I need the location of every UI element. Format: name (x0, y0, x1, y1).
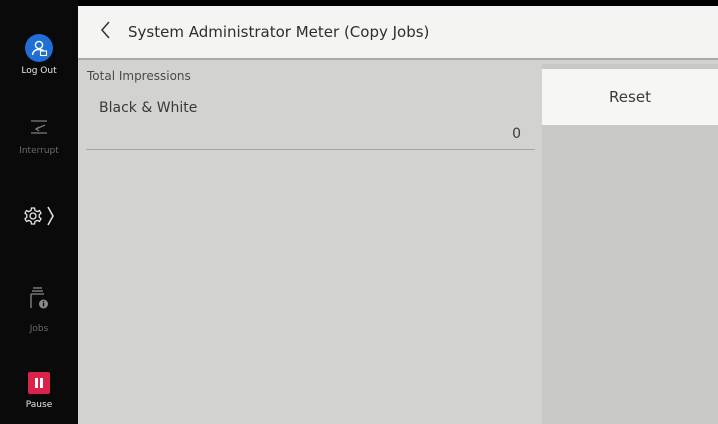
meter-row: Black & White 0 (86, 90, 535, 150)
page-title: System Administrator Meter (Copy Jobs) (128, 23, 430, 41)
jobs-button[interactable]: Jobs (0, 286, 78, 334)
action-panel: Reset (542, 64, 718, 424)
logout-label: Log Out (21, 66, 57, 76)
pause-button[interactable]: Pause (0, 372, 78, 410)
gear-chevron-icon (21, 204, 57, 232)
interrupt-button[interactable]: Interrupt (0, 118, 78, 156)
meter-panel: Total Impressions Black & White 0 (78, 60, 542, 424)
back-button[interactable] (86, 5, 126, 59)
meter-item-value: 0 (512, 126, 521, 142)
app-window: Log Out Interrupt Jobs Pause System Admi… (0, 0, 718, 424)
logout-button[interactable]: Log Out (0, 34, 78, 76)
chevron-left-icon (99, 20, 113, 44)
interrupt-icon (28, 118, 50, 142)
sidebar: Log Out Interrupt Jobs Pause (0, 0, 78, 424)
device-settings-button[interactable] (0, 204, 78, 232)
page-header: System Administrator Meter (Copy Jobs) (78, 6, 718, 60)
interrupt-label: Interrupt (19, 146, 59, 156)
jobs-icon (28, 286, 50, 314)
pause-icon (28, 372, 50, 394)
main-area: System Administrator Meter (Copy Jobs) T… (78, 6, 718, 424)
section-label: Total Impressions (87, 69, 191, 83)
logout-icon (25, 34, 53, 62)
meter-item-name: Black & White (99, 100, 198, 116)
reset-button[interactable]: Reset (542, 69, 718, 125)
jobs-label: Jobs (29, 324, 49, 334)
pause-label: Pause (25, 400, 53, 410)
